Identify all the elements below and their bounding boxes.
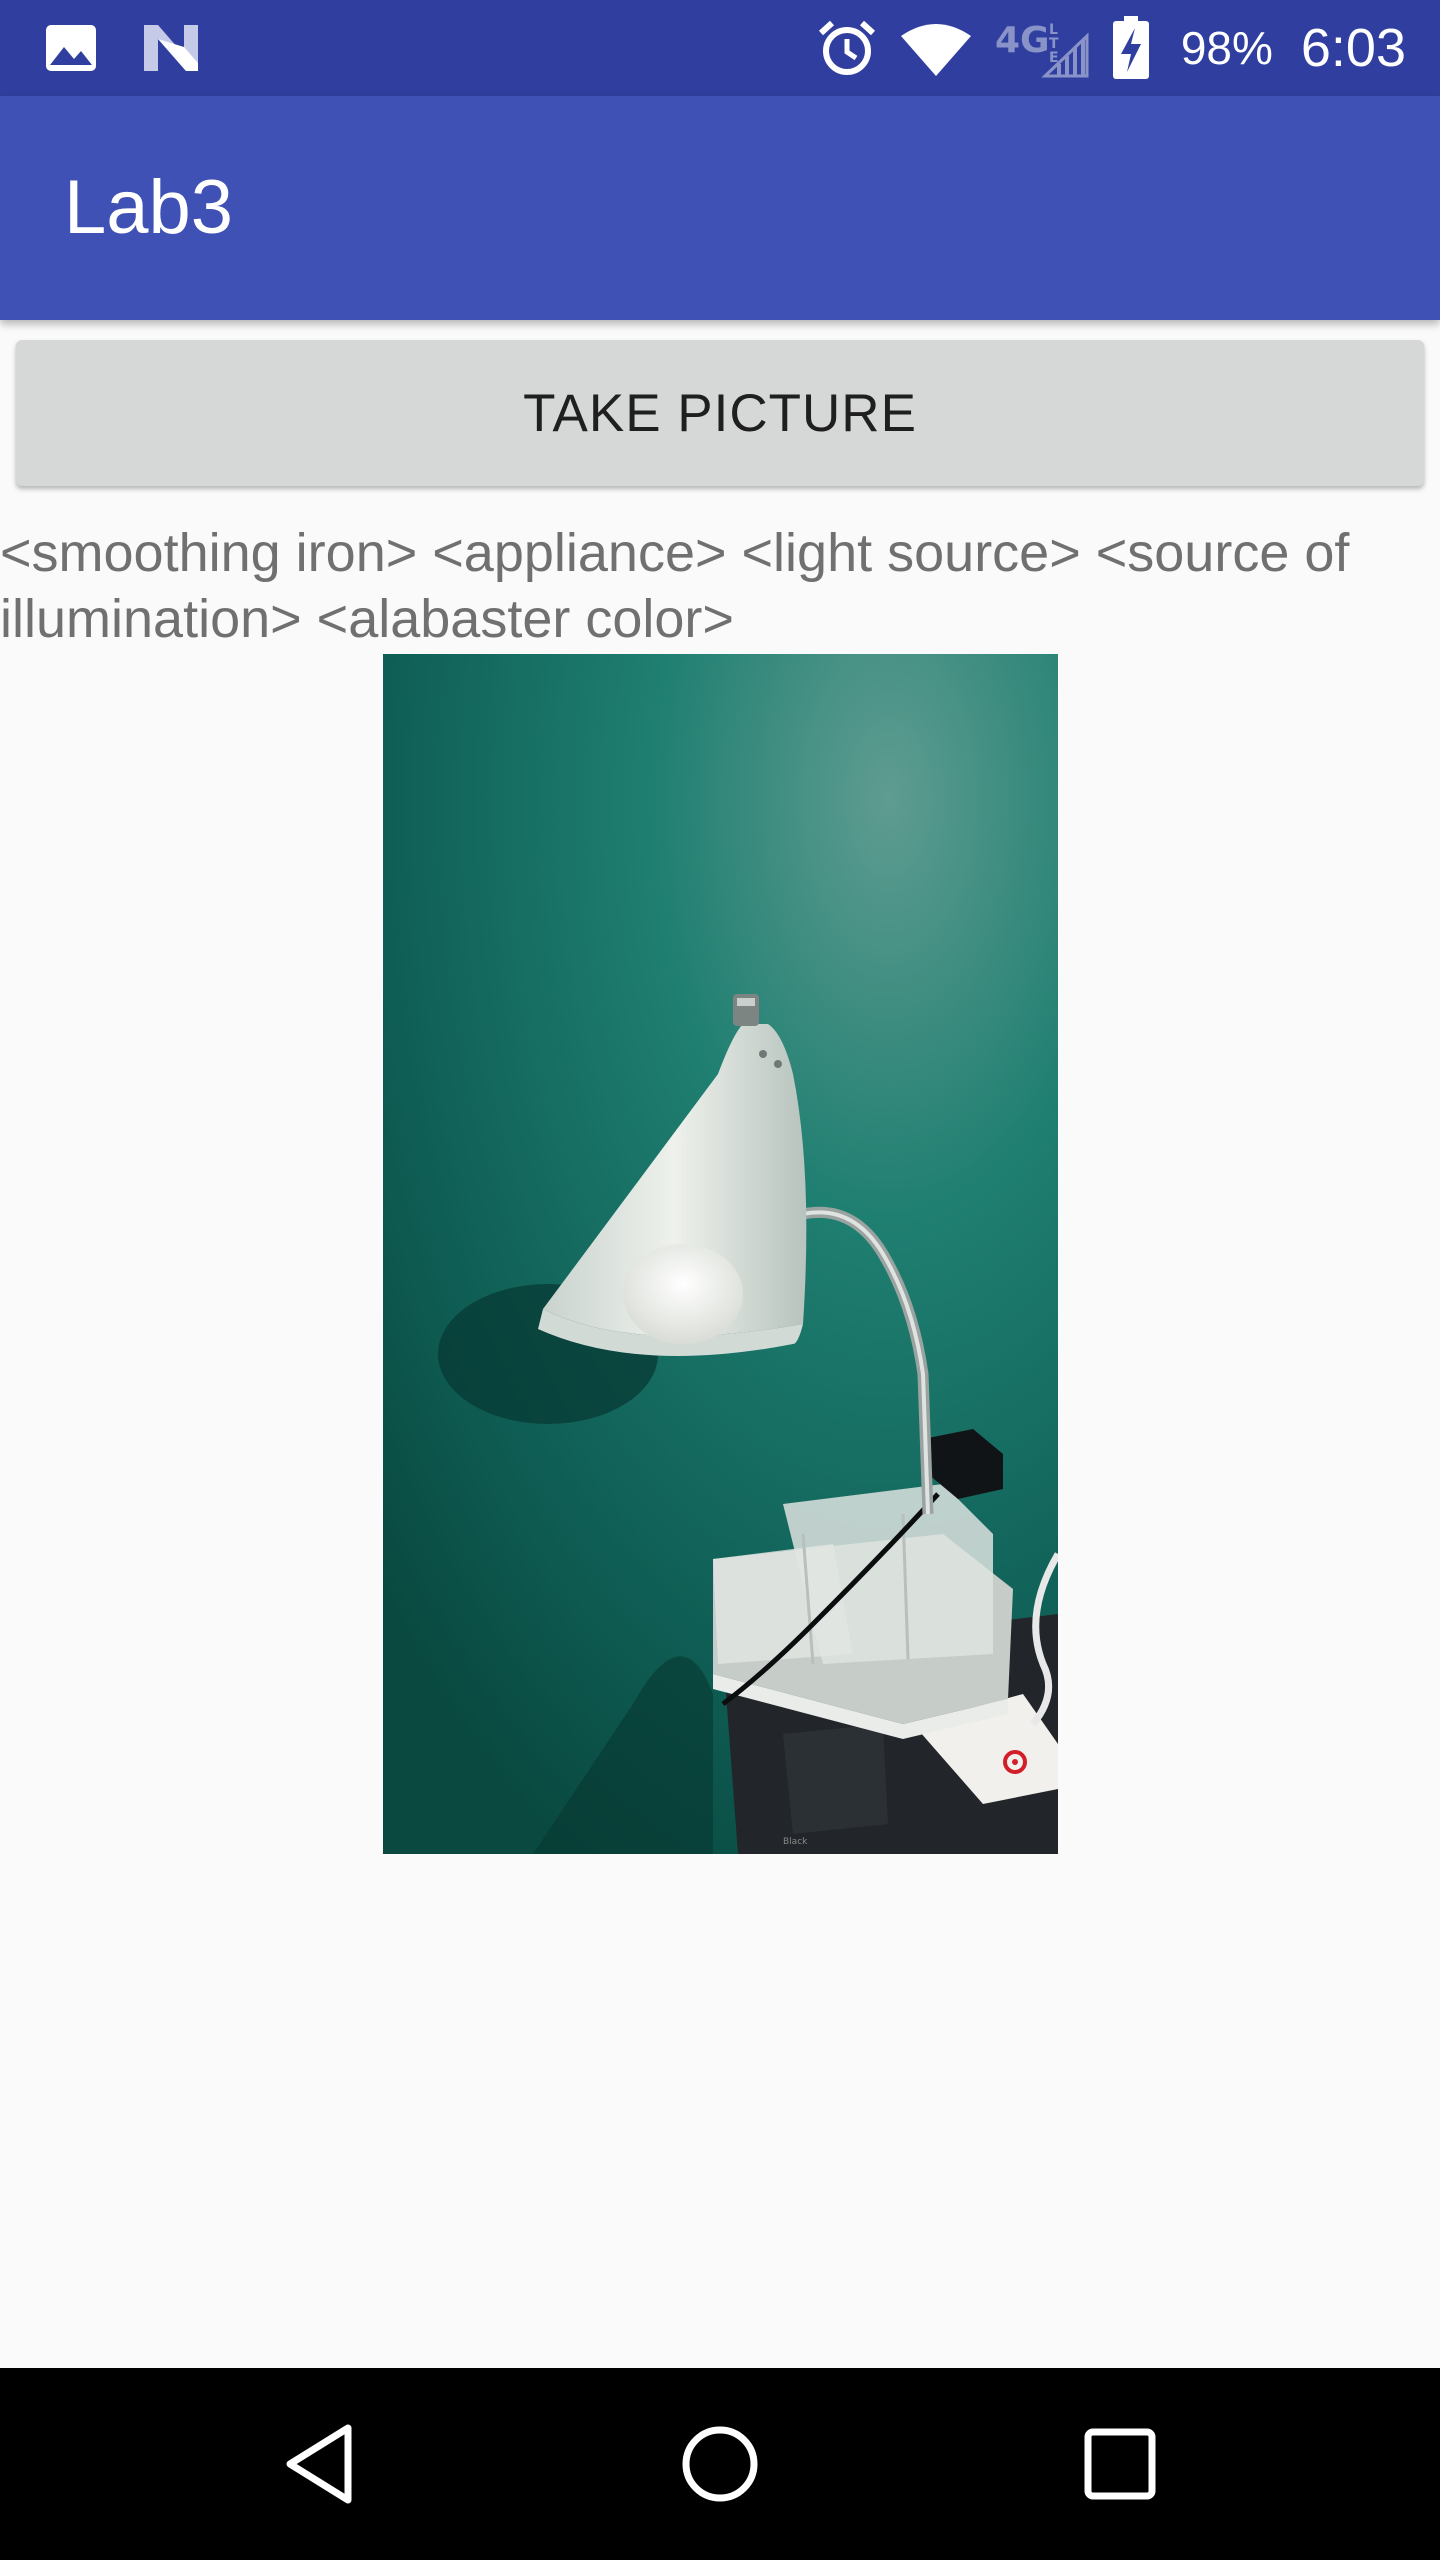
wifi-icon	[900, 24, 971, 76]
recents-button[interactable]	[1056, 2400, 1184, 2528]
back-icon	[286, 2424, 352, 2504]
take-picture-button[interactable]: TAKE PICTURE	[16, 340, 1424, 486]
svg-text:Black: Black	[783, 1837, 808, 1847]
back-button[interactable]	[256, 2400, 384, 2528]
home-icon	[682, 2426, 758, 2502]
status-bar-notifications	[44, 20, 200, 76]
gallery-icon	[46, 25, 96, 71]
status-bar-system-icons: 4G L T E 98% 6:03	[817, 14, 1406, 82]
alarm-icon	[818, 20, 875, 75]
home-button[interactable]	[656, 2400, 784, 2528]
status-bar-clock: 6:03	[1300, 18, 1406, 78]
battery-percentage: 98%	[1180, 22, 1273, 74]
n-logo-icon	[144, 25, 198, 71]
captured-photo: Black	[383, 654, 1058, 1854]
app-title: Lab3	[64, 165, 234, 250]
image-labels-text: <smoothing iron> <appliance> <light sour…	[0, 523, 1350, 649]
4g-lte-icon: 4G L T E	[995, 20, 1089, 78]
app-bar: Lab3	[0, 96, 1440, 320]
battery-charging-icon	[1112, 16, 1149, 79]
navigation-bar	[0, 2368, 1440, 2560]
svg-text:4G: 4G	[995, 20, 1050, 61]
recents-icon	[1084, 2428, 1156, 2500]
status-bar: 4G L T E 98% 6:03	[0, 0, 1440, 96]
